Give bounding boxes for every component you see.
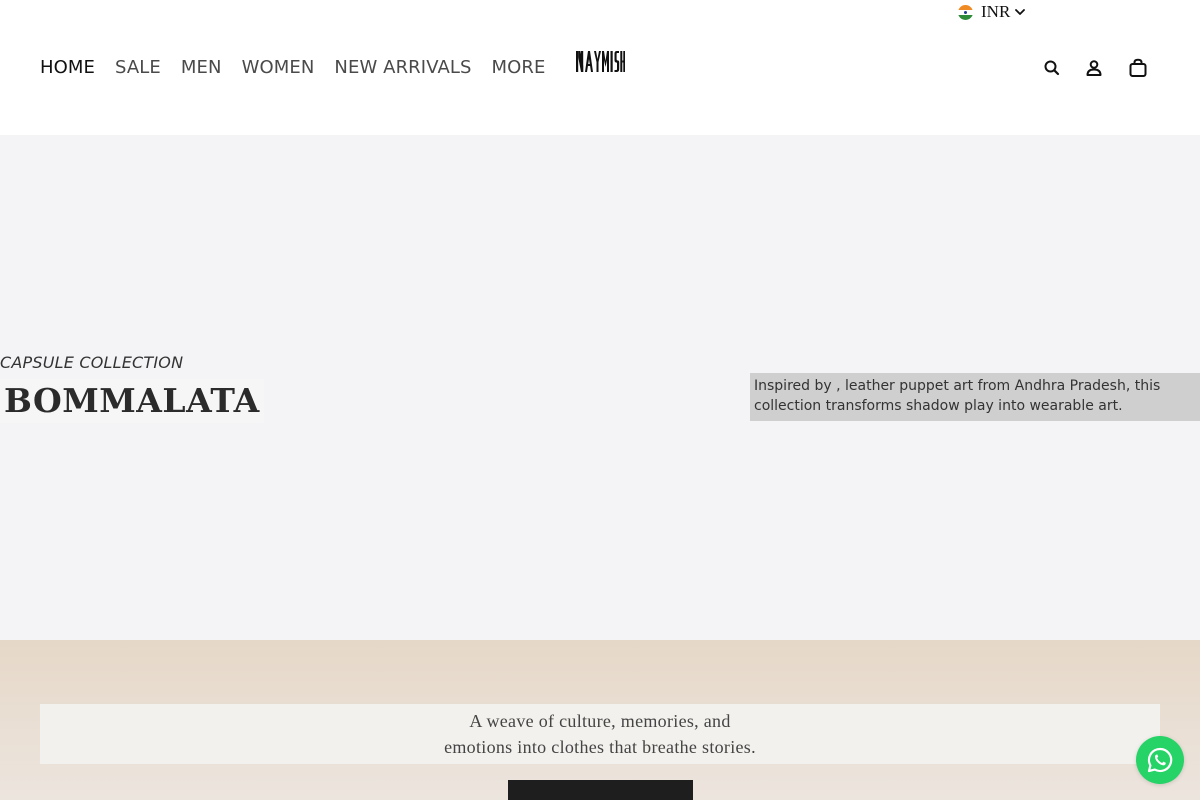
- whatsapp-button[interactable]: [1136, 736, 1184, 784]
- cart-button[interactable]: [1126, 56, 1150, 80]
- hero-banner: CAPSULE COLLECTION BOMMALATA Inspired by…: [0, 135, 1200, 640]
- account-button[interactable]: [1082, 56, 1106, 80]
- currency-selector[interactable]: INR: [958, 0, 1026, 24]
- whatsapp-icon: [1147, 747, 1173, 773]
- nav-more[interactable]: MORE: [492, 56, 546, 80]
- india-flag-icon: [958, 4, 973, 20]
- site-header: HOME SALE MEN WOMEN NEW ARRIVALS MORE IN…: [0, 0, 1200, 135]
- nav-sale[interactable]: SALE: [115, 56, 161, 80]
- brand-logo[interactable]: [575, 49, 625, 74]
- story-line-1: A weave of culture, memories, and: [469, 711, 731, 731]
- hero-title: BOMMALATA: [0, 379, 264, 423]
- story-cta-button[interactable]: [508, 780, 693, 800]
- nav-men[interactable]: MEN: [181, 56, 222, 80]
- currency-code: INR: [981, 2, 1011, 21]
- chevron-down-icon: [1015, 9, 1026, 15]
- cart-icon: [1129, 58, 1147, 77]
- search-button[interactable]: [1040, 56, 1064, 80]
- nav-new-arrivals[interactable]: NEW ARRIVALS: [334, 56, 471, 80]
- nav-home[interactable]: HOME: [40, 56, 95, 80]
- account-icon: [1086, 60, 1102, 76]
- hero-eyebrow: CAPSULE COLLECTION: [0, 353, 184, 372]
- story-text-box: A weave of culture, memories, and emotio…: [40, 704, 1160, 764]
- search-icon: [1044, 60, 1060, 76]
- story-section: A weave of culture, memories, and emotio…: [0, 640, 1200, 800]
- nav-women[interactable]: WOMEN: [242, 56, 315, 80]
- main-nav: HOME SALE MEN WOMEN NEW ARRIVALS MORE: [40, 56, 546, 80]
- story-line-2: emotions into clothes that breathe stori…: [444, 737, 756, 757]
- hero-description: Inspired by , leather puppet art from An…: [750, 373, 1200, 421]
- brand-logo-mark: [576, 51, 625, 72]
